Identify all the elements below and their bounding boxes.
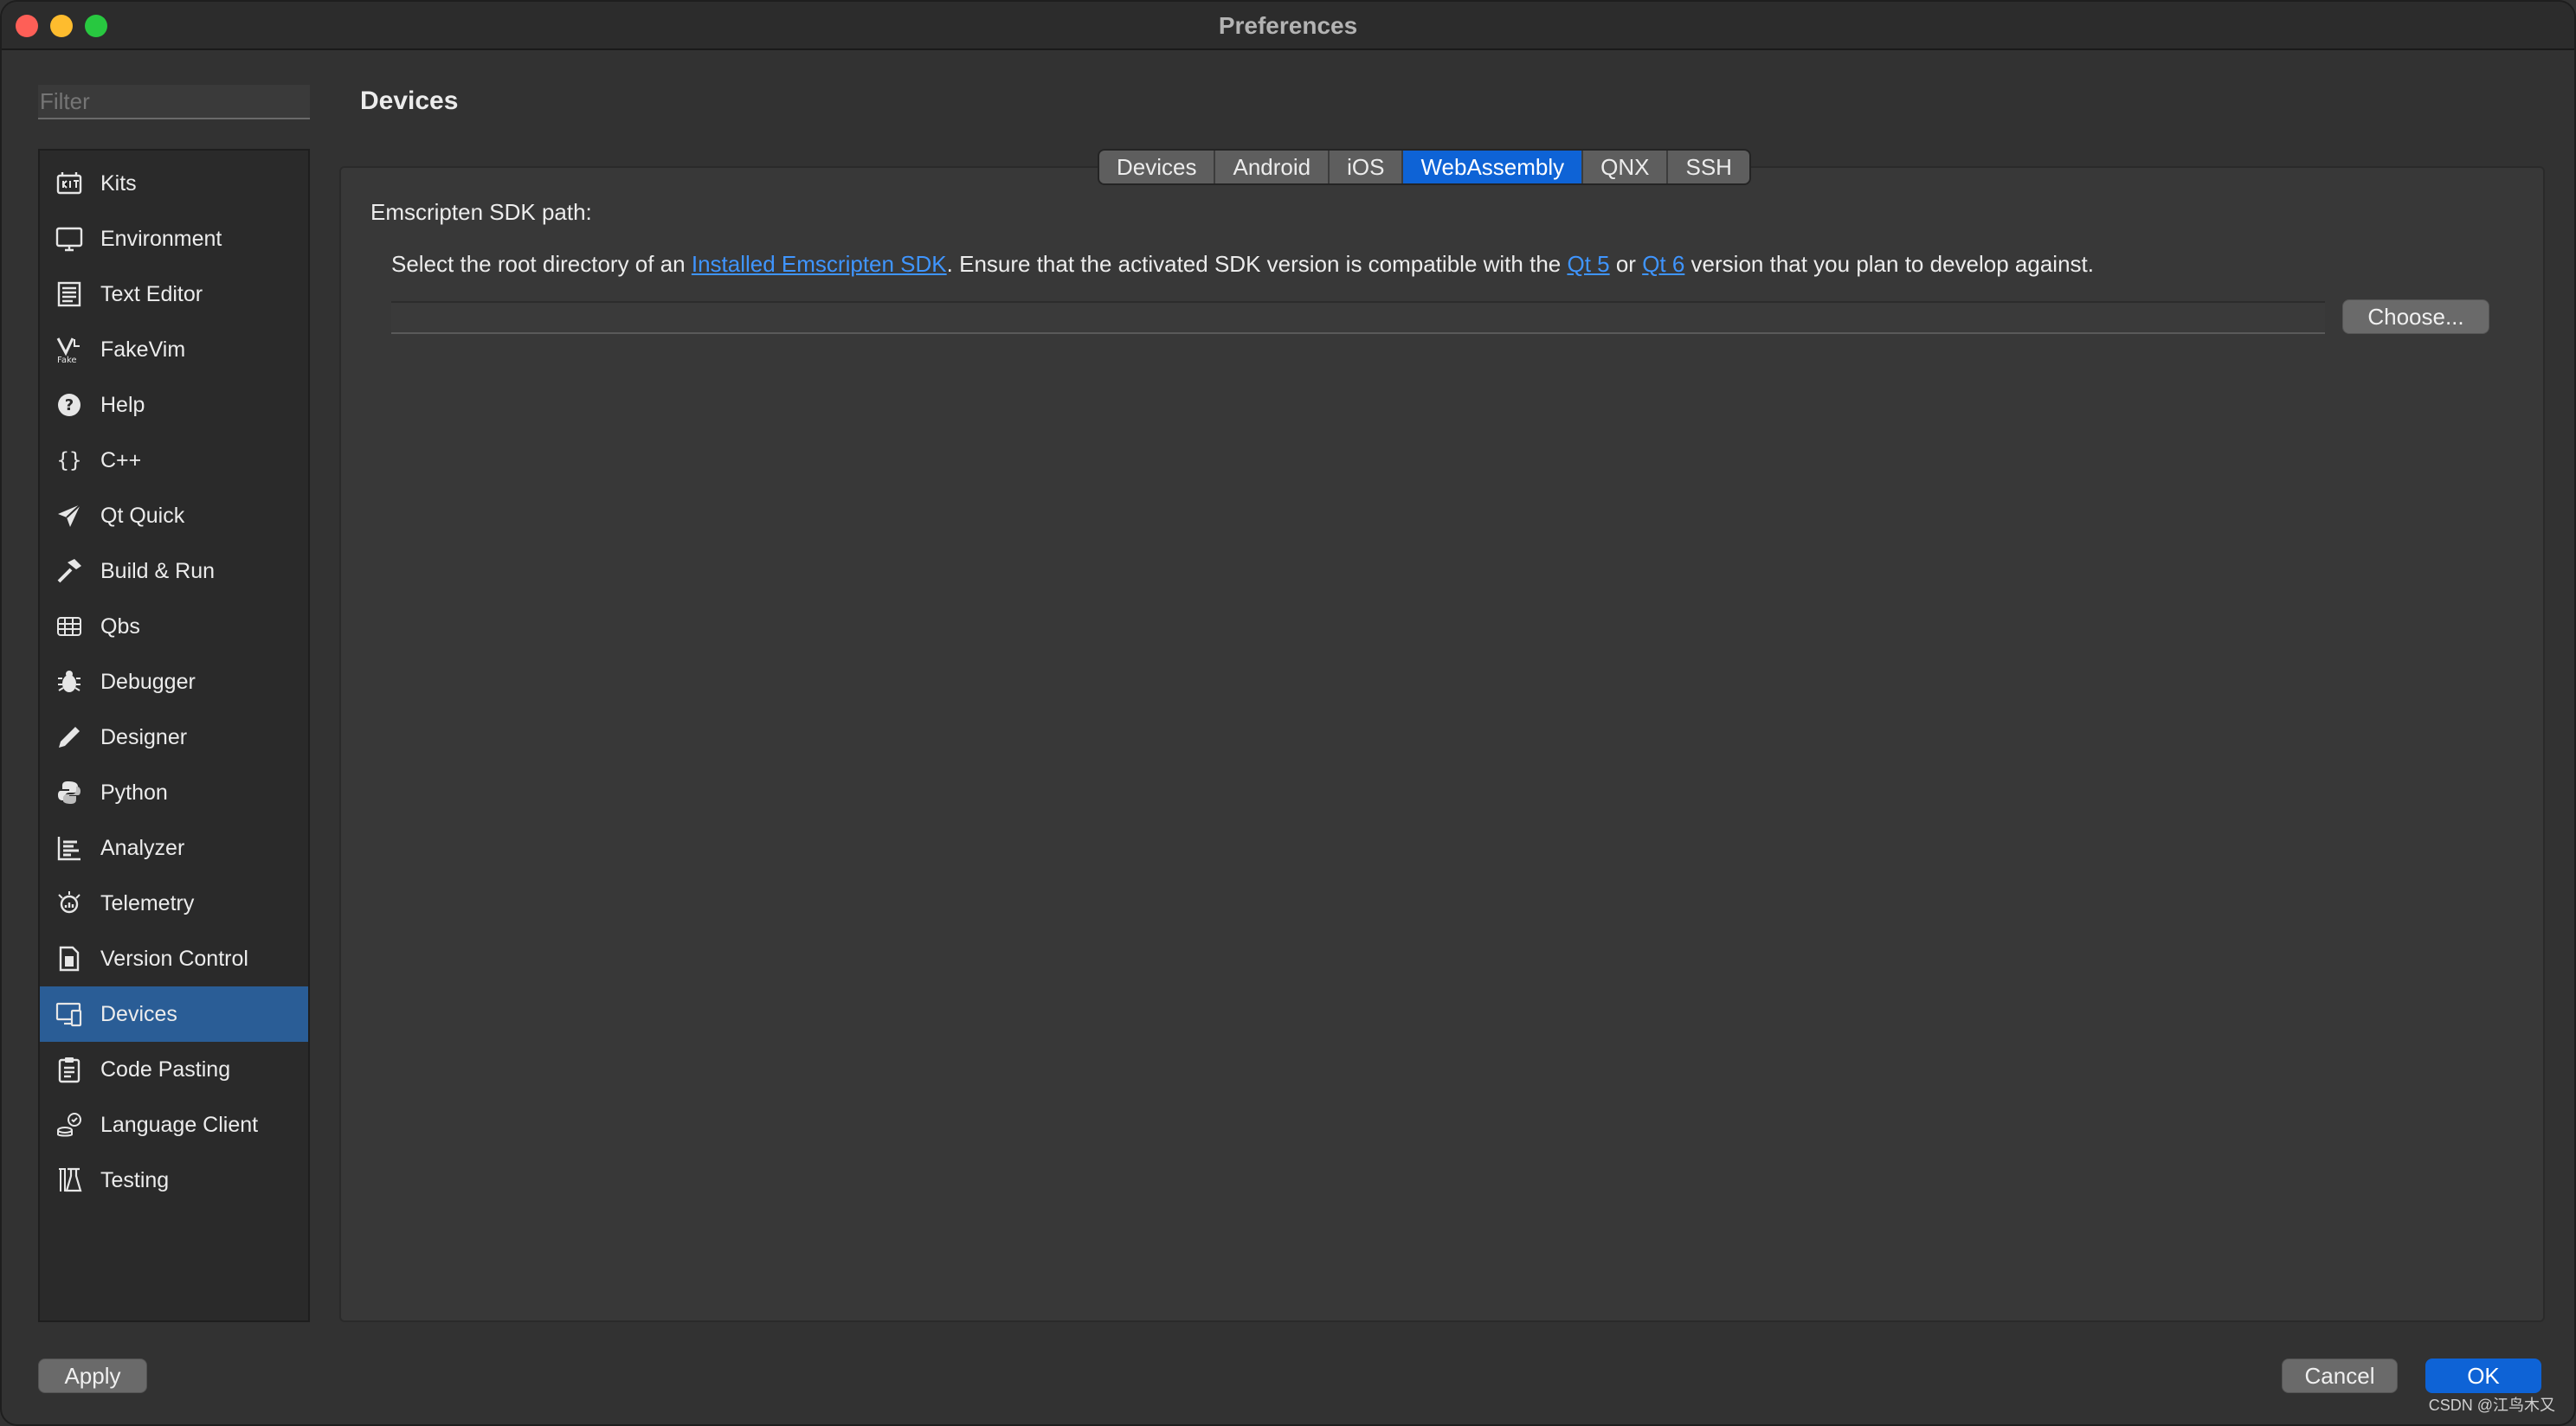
sidebar-item-debugger[interactable]: Debugger xyxy=(40,654,308,710)
flask-icon xyxy=(54,1165,85,1196)
sidebar-item-label: Language Client xyxy=(100,1112,259,1137)
sidebar-item-devices[interactable]: Devices xyxy=(40,986,308,1042)
desc-text-1: Select the root directory of an xyxy=(391,251,692,277)
tab-android[interactable]: Android xyxy=(1215,151,1330,183)
sidebar-item-text-editor[interactable]: Text Editor xyxy=(40,267,308,322)
sidebar-item-qt-quick[interactable]: Qt Quick xyxy=(40,488,308,543)
sidebar-item-telemetry[interactable]: Telemetry xyxy=(40,876,308,931)
bug-icon xyxy=(54,666,85,697)
svg-text:Fake: Fake xyxy=(57,356,77,363)
sidebar-item-qbs[interactable]: Qbs xyxy=(40,599,308,654)
sidebar-item-language-client[interactable]: Language Client xyxy=(40,1097,308,1153)
telemetry-icon xyxy=(54,888,85,919)
preferences-window: Preferences Kits Environment Text Editor Fa… xyxy=(0,0,2576,1426)
hammer-icon xyxy=(54,556,85,587)
cancel-button[interactable]: Cancel xyxy=(2282,1359,2398,1393)
tab-bar: Devices Android iOS WebAssembly QNX SSH xyxy=(1098,149,1751,185)
sidebar-item-python[interactable]: Python xyxy=(40,765,308,820)
sidebar-item-label: Code Pasting xyxy=(100,1057,231,1082)
desc-text-4: version that you plan to develop against… xyxy=(1684,251,2094,277)
version-control-icon xyxy=(54,943,85,974)
sidebar-item-label: Designer xyxy=(100,724,188,749)
tab-webassembly[interactable]: WebAssembly xyxy=(1403,151,1584,183)
emscripten-sdk-path-label: Emscripten SDK path: xyxy=(370,199,592,225)
tab-ssh[interactable]: SSH xyxy=(1668,151,1748,183)
window-title: Preferences xyxy=(1218,12,1358,39)
watermark: CSDN @江鸟木又 xyxy=(2428,1397,2555,1414)
braces-icon: {} xyxy=(54,445,85,476)
sidebar-item-build-run[interactable]: Build & Run xyxy=(40,543,308,599)
sidebar-item-fakevim[interactable]: Fake FakeVim xyxy=(40,322,308,377)
sidebar: Kits Environment Text Editor Fake FakeVim? He… xyxy=(38,149,310,1322)
sidebar-item-label: Environment xyxy=(100,226,222,251)
sidebar-item-label: FakeVim xyxy=(100,337,186,362)
fakevim-icon: Fake xyxy=(54,334,85,365)
sidebar-item-label: Python xyxy=(100,780,168,805)
qt5-link[interactable]: Qt 5 xyxy=(1567,251,1609,277)
sidebar-item-label: Qt Quick xyxy=(100,503,185,528)
settings-panel xyxy=(339,166,2545,1322)
sidebar-item-testing[interactable]: Testing xyxy=(40,1153,308,1208)
apply-button[interactable]: Apply xyxy=(38,1359,147,1393)
clipboard-icon xyxy=(54,1054,85,1085)
sidebar-item-code-pasting[interactable]: Code Pasting xyxy=(40,1042,308,1097)
sdk-path-input[interactable] xyxy=(391,301,2325,334)
tab-qnx[interactable]: QNX xyxy=(1583,151,1669,183)
sidebar-item-label: Text Editor xyxy=(100,281,203,306)
sidebar-item-label: Build & Run xyxy=(100,558,216,583)
filter-input[interactable] xyxy=(38,85,310,119)
desc-text-3: or xyxy=(1609,251,1643,277)
text-editor-icon xyxy=(54,279,85,310)
tab-ios[interactable]: iOS xyxy=(1330,151,1404,183)
monitor-icon xyxy=(54,223,85,254)
sidebar-item-label: C++ xyxy=(100,447,142,472)
sidebar-item-environment[interactable]: Environment xyxy=(40,211,308,267)
sidebar-item-kits[interactable]: Kits xyxy=(40,156,308,211)
choose-button[interactable]: Choose... xyxy=(2342,299,2489,334)
ok-button[interactable]: OK xyxy=(2425,1359,2541,1393)
sidebar-item-label: Qbs xyxy=(100,613,140,639)
svg-text:?: ? xyxy=(65,396,74,414)
analyzer-icon xyxy=(54,832,85,864)
sidebar-item-label: Help xyxy=(100,392,145,417)
kits-icon xyxy=(54,168,85,199)
qbs-grid-icon xyxy=(54,611,85,642)
python-icon xyxy=(54,777,85,808)
pencil-icon xyxy=(54,722,85,753)
installed-emscripten-sdk-link[interactable]: Installed Emscripten SDK xyxy=(692,251,947,277)
sdk-description: Select the root directory of an Installe… xyxy=(391,251,2094,278)
sidebar-item-help[interactable]: ? Help xyxy=(40,377,308,433)
svg-text:{}: {} xyxy=(57,448,82,472)
help-icon: ? xyxy=(54,389,85,421)
sidebar-item-label: Version Control xyxy=(100,946,248,971)
sidebar-item-version-control[interactable]: Version Control xyxy=(40,931,308,986)
sidebar-item-label: Kits xyxy=(100,170,137,196)
sidebar-item-label: Telemetry xyxy=(100,890,195,915)
paper-plane-icon xyxy=(54,500,85,531)
sidebar-item-designer[interactable]: Designer xyxy=(40,710,308,765)
language-client-icon xyxy=(54,1109,85,1140)
sidebar-item-label: Testing xyxy=(100,1167,170,1192)
sidebar-item-label: Debugger xyxy=(100,669,196,694)
sidebar-item-label: Devices xyxy=(100,1001,177,1026)
devices-icon xyxy=(54,999,85,1030)
title-bar: Preferences xyxy=(2,2,2574,50)
qt6-link[interactable]: Qt 6 xyxy=(1642,251,1684,277)
desc-text-2: . Ensure that the activated SDK version … xyxy=(946,251,1568,277)
sidebar-item-label: Analyzer xyxy=(100,835,185,860)
tab-devices[interactable]: Devices xyxy=(1099,151,1216,183)
sidebar-item-c[interactable]: {} C++ xyxy=(40,433,308,488)
page-title: Devices xyxy=(360,87,459,115)
sidebar-item-analyzer[interactable]: Analyzer xyxy=(40,820,308,876)
